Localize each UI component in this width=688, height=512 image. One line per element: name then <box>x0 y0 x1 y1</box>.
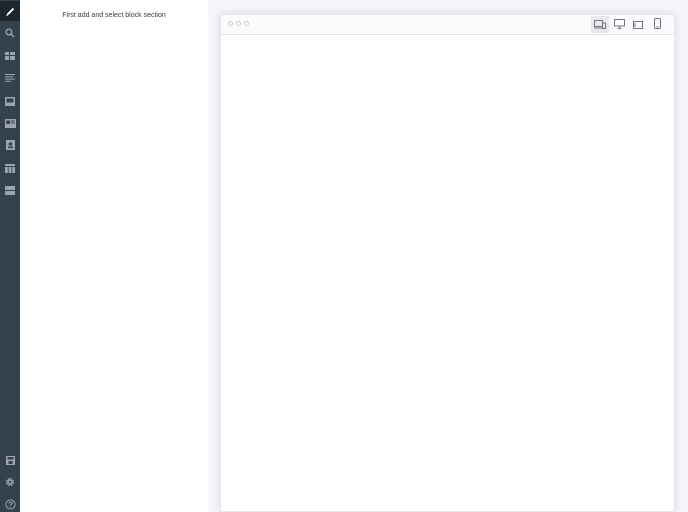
window-dot-icon <box>236 21 241 26</box>
device-tablet-landscape-button[interactable] <box>629 16 647 33</box>
settings-button[interactable] <box>0 472 20 492</box>
save-icon <box>5 455 15 465</box>
text-lines-icon <box>5 74 15 82</box>
image-blocks-button[interactable] <box>0 91 20 111</box>
browser-preview-frame <box>220 14 675 512</box>
image-icon <box>5 96 15 106</box>
phone-icon <box>653 16 661 34</box>
rows-blocks-button[interactable] <box>0 180 20 200</box>
contact-card-icon <box>5 140 15 150</box>
window-dot-icon <box>244 21 249 26</box>
edit-tool-button[interactable] <box>0 1 20 21</box>
preview-canvas[interactable] <box>221 35 674 511</box>
tablet-landscape-icon <box>633 16 643 34</box>
help-icon <box>4 498 16 510</box>
help-button[interactable] <box>0 494 20 512</box>
media-card-icon <box>4 118 16 128</box>
text-blocks-button[interactable] <box>0 68 20 88</box>
preview-area <box>208 0 688 512</box>
gear-icon <box>5 477 15 487</box>
window-controls <box>228 21 249 26</box>
pencil-icon <box>5 6 16 17</box>
desktop-icon <box>613 16 625 34</box>
table-blocks-button[interactable] <box>0 158 20 178</box>
settings-panel: First add and select block section <box>20 0 208 512</box>
contact-blocks-button[interactable] <box>0 135 20 155</box>
left-toolbar <box>0 0 20 512</box>
table-icon <box>5 163 15 173</box>
device-phone-button[interactable] <box>648 16 666 33</box>
grid-blocks-button[interactable] <box>0 46 20 66</box>
grid-icon <box>5 52 15 60</box>
empty-panel-message: First add and select block section <box>62 12 166 19</box>
app-root: First add and select block section <box>0 0 688 512</box>
save-button[interactable] <box>0 450 20 470</box>
device-laptop-tablet-button[interactable] <box>591 16 609 33</box>
device-desktop-button[interactable] <box>610 16 628 33</box>
search-icon <box>5 28 15 38</box>
window-dot-icon <box>228 21 233 26</box>
media-blocks-button[interactable] <box>0 113 20 133</box>
rows-icon <box>5 185 15 195</box>
laptop-tablet-icon <box>594 16 606 34</box>
device-switcher <box>591 16 666 33</box>
browser-toolbar <box>221 15 674 35</box>
search-tool-button[interactable] <box>0 23 20 43</box>
